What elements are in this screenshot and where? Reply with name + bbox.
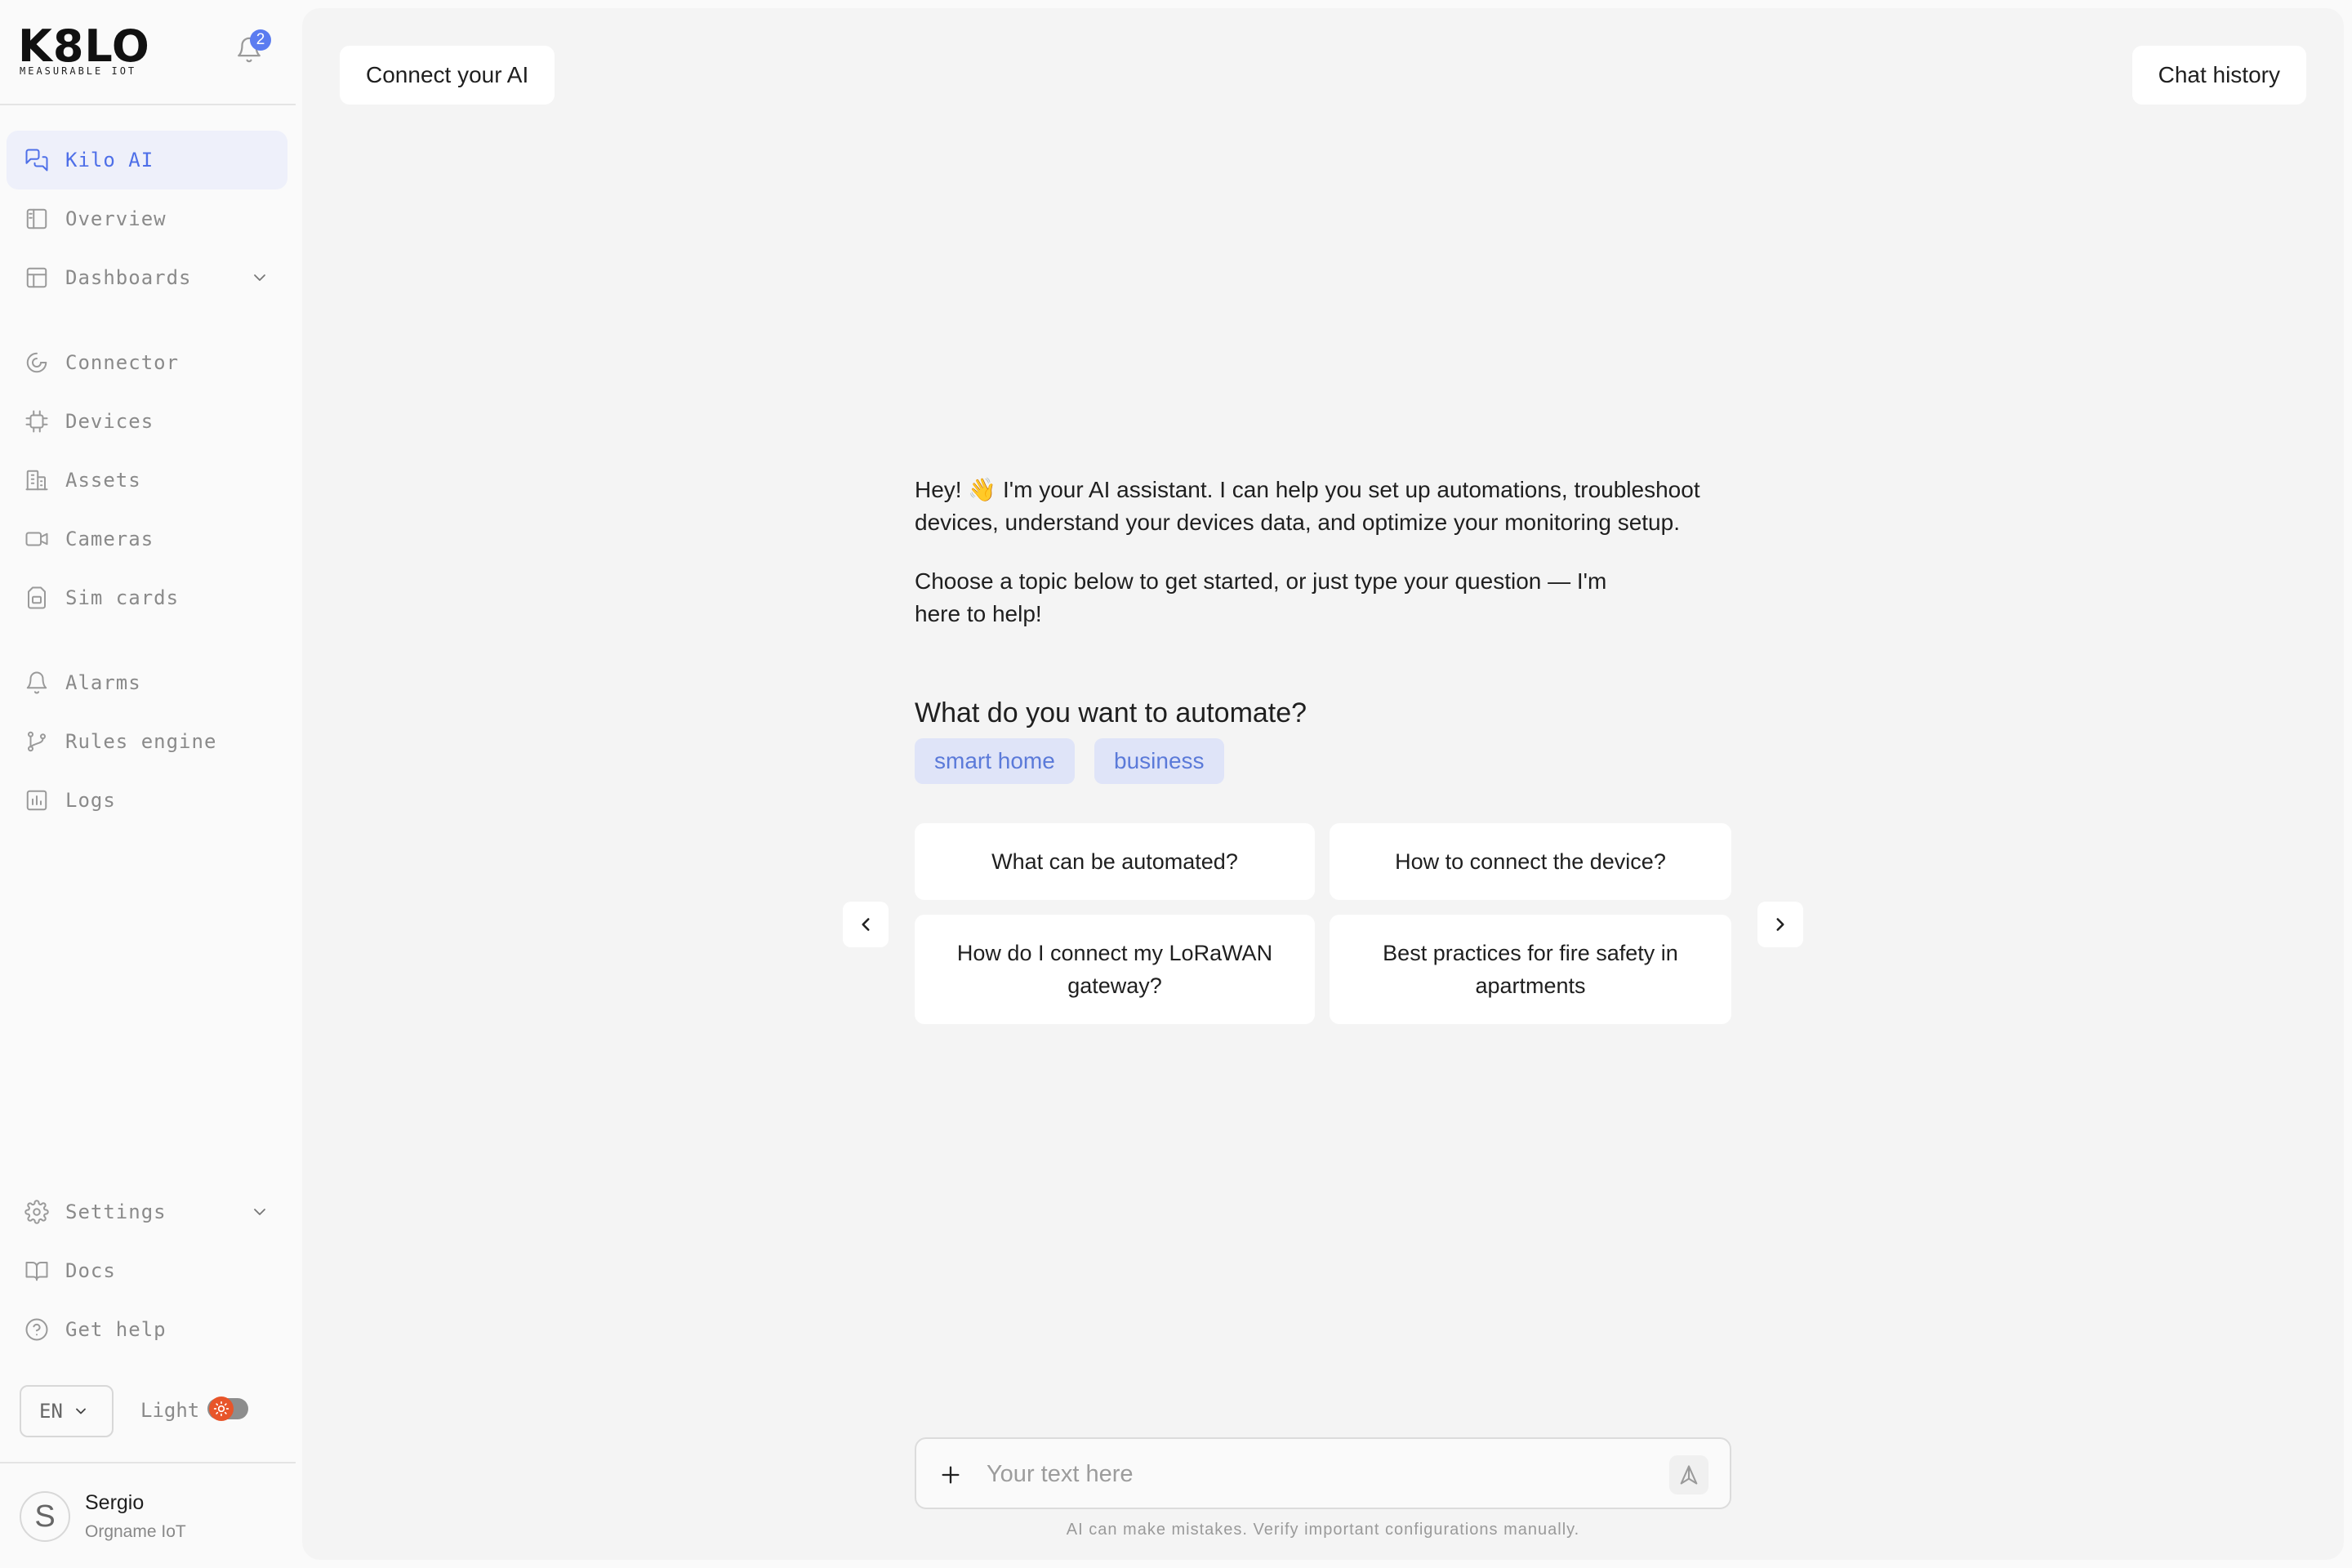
sidebar: K8LO MEASURABLE IOT 2 Kilo AI Overview D…	[0, 0, 296, 1568]
plus-icon[interactable]	[939, 1463, 962, 1486]
suggestion-card[interactable]: What can be automated?	[915, 823, 1315, 900]
language-value: EN	[39, 1400, 63, 1423]
ai-disclaimer: AI can make mistakes. Verify important c…	[1066, 1521, 1580, 1539]
sidebar-item-label: Docs	[65, 1259, 116, 1282]
sidebar-item-settings[interactable]: Settings	[7, 1183, 287, 1241]
sidebar-item-devices[interactable]: Devices	[7, 392, 287, 451]
sidebar-item-alarms[interactable]: Alarms	[7, 653, 287, 712]
book-panel-icon	[26, 208, 47, 229]
sidebar-item-logs[interactable]: Logs	[7, 771, 287, 830]
logo-tagline: MEASURABLE IOT	[20, 65, 137, 77]
sidebar-item-label: Connector	[65, 351, 180, 374]
suggestion-card[interactable]: Best practices for fire safety in apartm…	[1330, 915, 1731, 1024]
help-circle-icon	[25, 1318, 48, 1341]
chevron-down-icon[interactable]	[250, 268, 270, 287]
sidebar-item-label: Dashboards	[65, 266, 192, 289]
logo[interactable]: K8LO	[18, 24, 150, 69]
carousel-prev-button[interactable]	[843, 902, 889, 947]
video-icon	[25, 532, 48, 546]
user-profile[interactable]: S Sergio Orgname IoT	[0, 1462, 296, 1568]
chat-panel: Connect your AI Chat history Hey! 👋 I'm …	[302, 8, 2344, 1560]
sidebar-item-label: Rules engine	[65, 730, 217, 753]
chat-icon	[25, 149, 48, 172]
bell-icon	[26, 671, 47, 694]
connect-ai-button[interactable]: Connect your AI	[340, 46, 555, 105]
sim-card-icon	[28, 586, 46, 609]
sidebar-item-label: Cameras	[65, 528, 154, 550]
sidebar-item-label: Logs	[65, 789, 116, 812]
bar-chart-icon	[26, 790, 47, 811]
layout-icon	[26, 267, 47, 288]
suggestion-card[interactable]: How to connect the device?	[1330, 823, 1731, 900]
message-input[interactable]	[987, 1455, 1656, 1493]
sun-icon[interactable]	[209, 1396, 234, 1421]
sidebar-item-kilo-ai[interactable]: Kilo AI	[7, 131, 287, 189]
language-select[interactable]: EN	[20, 1385, 114, 1437]
notifications-badge: 2	[250, 29, 271, 51]
brand-header: K8LO MEASURABLE IOT 2	[0, 0, 296, 105]
sidebar-item-label: Alarms	[65, 671, 141, 694]
sidebar-item-overview[interactable]: Overview	[7, 189, 287, 248]
assistant-intro: Hey! 👋 I'm your AI assistant. I can help…	[915, 474, 1740, 630]
chevron-down-icon[interactable]	[250, 1202, 270, 1222]
sidebar-item-label: Sim cards	[65, 586, 180, 609]
carousel-next-button[interactable]	[1757, 902, 1803, 947]
automate-question: What do you want to automate?	[915, 697, 1307, 728]
sidebar-item-sim-cards[interactable]: Sim cards	[7, 568, 287, 627]
intro-paragraph: Choose a topic below to get started, or …	[915, 568, 1607, 626]
user-org: Orgname IoT	[85, 1522, 186, 1541]
send-icon	[1680, 1465, 1698, 1485]
suggestion-card[interactable]: How do I connect my LoRaWAN gateway?	[915, 915, 1315, 1024]
sidebar-item-dashboards[interactable]: Dashboards	[7, 248, 287, 307]
sidebar-item-rules-engine[interactable]: Rules engine	[7, 712, 287, 771]
sidebar-item-label: Settings	[65, 1200, 167, 1223]
sidebar-item-connector[interactable]: Connector	[7, 333, 287, 392]
chevron-right-icon	[1776, 918, 1784, 931]
connector-icon	[26, 352, 47, 373]
chat-history-button[interactable]: Chat history	[2132, 46, 2306, 105]
chip-smart-home[interactable]: smart home	[915, 738, 1075, 784]
git-branch-icon	[28, 731, 46, 752]
sidebar-item-label: Get help	[65, 1318, 167, 1341]
sidebar-item-label: Assets	[65, 469, 141, 492]
send-button[interactable]	[1669, 1455, 1708, 1494]
sidebar-item-cameras[interactable]: Cameras	[7, 510, 287, 568]
sidebar-item-docs[interactable]: Docs	[7, 1241, 287, 1300]
chip-business[interactable]: business	[1094, 738, 1224, 784]
sidebar-item-assets[interactable]: Assets	[7, 451, 287, 510]
sidebar-item-label: Devices	[65, 410, 154, 433]
chip-icon	[25, 410, 48, 433]
chevron-left-icon	[862, 918, 870, 931]
sidebar-item-label: Overview	[65, 207, 167, 230]
chevron-down-icon	[75, 1408, 86, 1414]
message-composer	[915, 1437, 1731, 1509]
sidebar-item-label: Kilo AI	[65, 149, 154, 172]
avatar: S	[20, 1491, 70, 1542]
building-icon	[25, 470, 48, 491]
user-name: Sergio	[85, 1491, 145, 1514]
theme-label: Light	[140, 1399, 200, 1422]
intro-paragraph: Hey! 👋 I'm your AI assistant. I can help…	[915, 477, 1700, 535]
open-book-icon	[25, 1262, 48, 1281]
gear-icon	[24, 1200, 49, 1224]
sidebar-item-get-help[interactable]: Get help	[7, 1300, 287, 1359]
